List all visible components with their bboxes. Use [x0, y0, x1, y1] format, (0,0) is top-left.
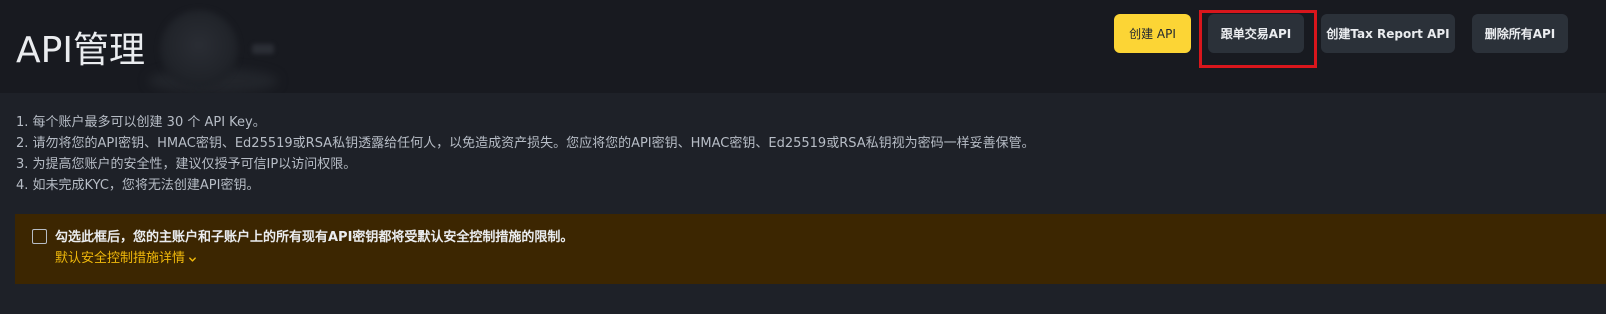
create-tax-report-api-button[interactable]: 创建Tax Report API: [1321, 14, 1455, 53]
avatar-tag: [252, 44, 274, 54]
default-security-checkbox[interactable]: [32, 229, 47, 244]
note-item: 3. 为提高您账户的安全性，建议仅授予可信IP以访问权限。: [16, 157, 357, 172]
delete-all-api-button[interactable]: 删除所有API: [1472, 14, 1568, 53]
avatar: [160, 10, 238, 88]
highlight-annotation-box: [1199, 10, 1317, 68]
note-item: 2. 请勿将您的API密钥、HMAC密钥、Ed25519或RSA私钥透露给任何人…: [16, 136, 1035, 151]
security-warning-banner: 勾选此框后，您的主账户和子账户上的所有现有API密钥都将受默认安全控制措施的限制…: [15, 214, 1606, 284]
note-item: 4. 如未完成KYC，您将无法创建API密钥。: [16, 178, 260, 193]
note-item: 1. 每个账户最多可以创建 30 个 API Key。: [16, 115, 266, 130]
page-title: API管理: [16, 30, 145, 71]
page-header: API管理 创建 API 跟单交易API 创建Tax Report API 删除…: [0, 0, 1606, 93]
chevron-down-icon: [189, 256, 196, 262]
security-details-link-label: 默认安全控制措施详情: [55, 251, 186, 266]
create-api-button[interactable]: 创建 API: [1114, 14, 1191, 53]
warning-text: 勾选此框后，您的主账户和子账户上的所有现有API密钥都将受默认安全控制措施的限制…: [55, 230, 574, 245]
api-notes-list: 1. 每个账户最多可以创建 30 个 API Key。 2. 请勿将您的API密…: [16, 112, 1035, 196]
security-details-link[interactable]: 默认安全控制措施详情: [55, 249, 197, 269]
